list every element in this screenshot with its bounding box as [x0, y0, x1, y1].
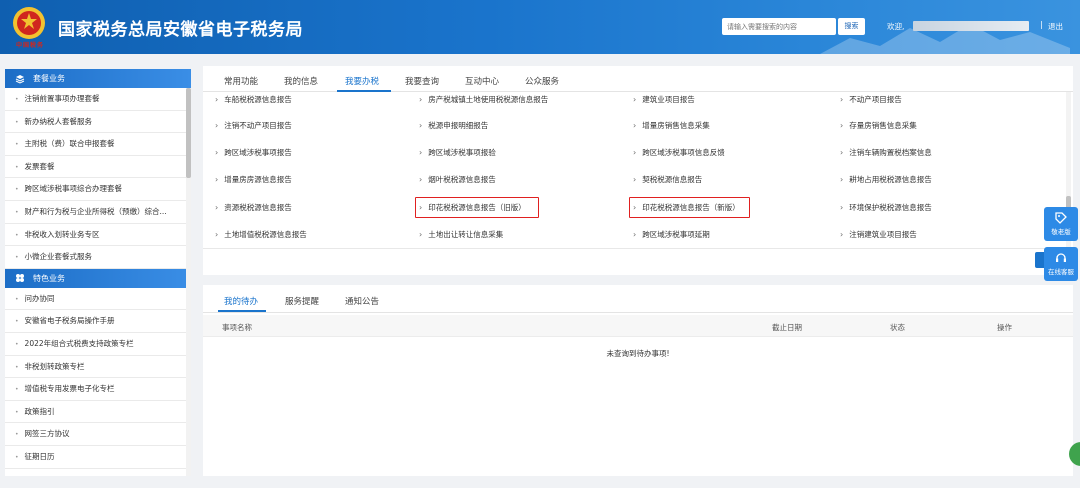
emblem-caption: 中国税务 [15, 42, 44, 49]
empty-message: 未查询到待办事项! [606, 349, 670, 358]
col-status: 状态 [890, 323, 905, 332]
service-link[interactable]: 存量房销售信息采集 [840, 120, 917, 131]
sidebar-item[interactable]: 网签三方协议 [5, 423, 186, 446]
service-link[interactable]: 跨区域涉税事项信息反馈 [633, 147, 725, 158]
sidebar-section-title: 特色业务 [33, 273, 65, 283]
table-header: 事项名称 截止日期 状态 操作 [203, 315, 1073, 337]
highlight-box-old [415, 197, 539, 218]
tab-notice[interactable]: 通知公告 [345, 295, 379, 307]
service-link[interactable]: 资源税税源信息报告 [215, 202, 292, 213]
col-action: 操作 [997, 323, 1012, 332]
service-scrollbar[interactable] [1066, 92, 1071, 273]
tab-my-todo[interactable]: 我的待办 [224, 295, 258, 307]
sidebar-item[interactable]: 主附税（费）联合申报套餐 [5, 133, 186, 156]
service-link[interactable]: 注销车辆购置税档案信息 [840, 147, 932, 158]
tab-interaction[interactable]: 互动中心 [465, 75, 499, 87]
logout-link[interactable]: 退出 [1048, 21, 1063, 32]
online-service-button[interactable]: 在线客服 [1044, 247, 1078, 281]
clover-icon [16, 274, 24, 283]
tag-icon [1055, 212, 1067, 224]
highlight-box-new [629, 197, 750, 218]
tab-query[interactable]: 我要查询 [405, 75, 439, 87]
sidebar-section-special[interactable]: 特色业务 [5, 268, 191, 288]
service-link[interactable]: 契税税源信息报告 [633, 174, 702, 185]
search-input[interactable] [722, 18, 836, 35]
sidebar-item[interactable]: 增值税专用发票电子化专栏 [5, 378, 186, 401]
col-item-name: 事项名称 [222, 323, 252, 332]
tab-my-info[interactable]: 我的信息 [284, 75, 318, 87]
sidebar-item[interactable]: 政策指引 [5, 401, 186, 424]
service-link[interactable]: 土地出让转让信息采集 [419, 229, 503, 240]
service-link[interactable]: 环境保护税税源信息报告 [840, 202, 932, 213]
tab-public-service[interactable]: 公众服务 [525, 75, 559, 87]
service-tabs: 常用功能 我的信息 我要办税 我要查询 互动中心 公众服务 [203, 66, 1073, 92]
service-link[interactable]: 房产税城镇土地使用税税源信息报告 [419, 94, 548, 105]
username-redacted [913, 21, 1029, 31]
header-banner: 中国税务 国家税务总局安徽省电子税务局 搜索 欢迎, | 退出 [0, 0, 1080, 54]
sidebar-item[interactable]: 小微企业套餐式服务 [5, 246, 186, 269]
sidebar-item[interactable]: 注销前置事项办理套餐 [5, 88, 186, 111]
layers-icon [15, 74, 25, 84]
elderly-mode-button[interactable]: 敬老版 [1044, 207, 1078, 241]
search-button[interactable]: 搜索 [838, 18, 865, 35]
service-link[interactable]: 耕地占用税税源信息报告 [840, 174, 932, 185]
service-link[interactable]: 跨区域涉税事项报告 [215, 147, 292, 158]
service-link[interactable]: 车船税税源信息报告 [215, 94, 292, 105]
sidebar-item[interactable]: 征期日历 [5, 446, 186, 469]
headset-icon [1056, 253, 1066, 262]
sidebar-item[interactable]: 安徽省电子税务局操作手册 [5, 310, 186, 333]
service-link[interactable]: 不动产项目报告 [840, 94, 902, 105]
sidebar-item[interactable]: 新办纳税人套餐服务 [5, 111, 186, 134]
service-link[interactable]: 烟叶税税源信息报告 [419, 174, 496, 185]
tab-tax-handling[interactable]: 我要办税 [345, 75, 379, 87]
sidebar-scroll-thumb[interactable] [186, 88, 191, 178]
service-panel: 常用功能 我的信息 我要办税 我要查询 互动中心 公众服务 车船税税源信息报告 房… [203, 66, 1073, 275]
active-tab-indicator [337, 90, 391, 92]
panel-divider [203, 248, 1073, 249]
welcome-text: 欢迎, [887, 22, 905, 31]
service-link[interactable]: 跨区域涉税事项延期 [633, 229, 710, 240]
service-link[interactable]: 注销不动产项目报告 [215, 120, 292, 131]
sidebar-item[interactable]: 非税收入划转业务专区 [5, 224, 186, 247]
service-link[interactable]: 注销建筑业项目报告 [840, 229, 917, 240]
tab-common[interactable]: 常用功能 [224, 75, 258, 87]
service-link[interactable]: 增量房销售信息采集 [633, 120, 710, 131]
sidebar-item[interactable]: 发票套餐 [5, 156, 186, 179]
sidebar-scrollbar[interactable] [186, 88, 191, 476]
header-separator: | [1040, 20, 1043, 29]
service-link[interactable]: 土地增值税税源信息报告 [215, 229, 307, 240]
service-link[interactable]: 跨区域涉税事项报验 [419, 147, 496, 158]
elderly-mode-label: 敬老版 [1051, 228, 1071, 236]
sidebar-item[interactable]: 跨区域涉税事项综合办理套餐 [5, 178, 186, 201]
site-title: 国家税务总局安徽省电子税务局 [58, 20, 303, 40]
sidebar-item[interactable]: 非税划转政策专栏 [5, 356, 186, 379]
sidebar-section-package[interactable]: 套餐业务 [5, 69, 191, 88]
todo-panel: 我的待办 服务提醒 通知公告 事项名称 截止日期 状态 操作 未查询到待办事项! [203, 285, 1073, 476]
service-link[interactable]: 税源申报明细报告 [419, 120, 488, 131]
tab-service-reminder[interactable]: 服务提醒 [285, 295, 319, 307]
tab-divider [203, 312, 1073, 313]
sidebar-item[interactable]: 财产和行为税与企业所得税（预缴）综合... [5, 201, 186, 224]
service-link[interactable]: 增量房房源信息报告 [215, 174, 292, 185]
col-deadline: 截止日期 [772, 323, 802, 332]
online-service-label: 在线客服 [1048, 268, 1074, 276]
service-link[interactable]: 建筑业项目报告 [633, 94, 695, 105]
tax-emblem-icon [13, 7, 45, 39]
sidebar-item[interactable]: 问办协同 [5, 288, 186, 311]
sidebar-section-title: 套餐业务 [33, 74, 65, 83]
sidebar-item[interactable]: 2022年组合式税费支持政策专栏 [5, 333, 186, 356]
sidebar: 套餐业务 注销前置事项办理套餐 新办纳税人套餐服务 主附税（费）联合申报套餐 发… [5, 69, 191, 476]
